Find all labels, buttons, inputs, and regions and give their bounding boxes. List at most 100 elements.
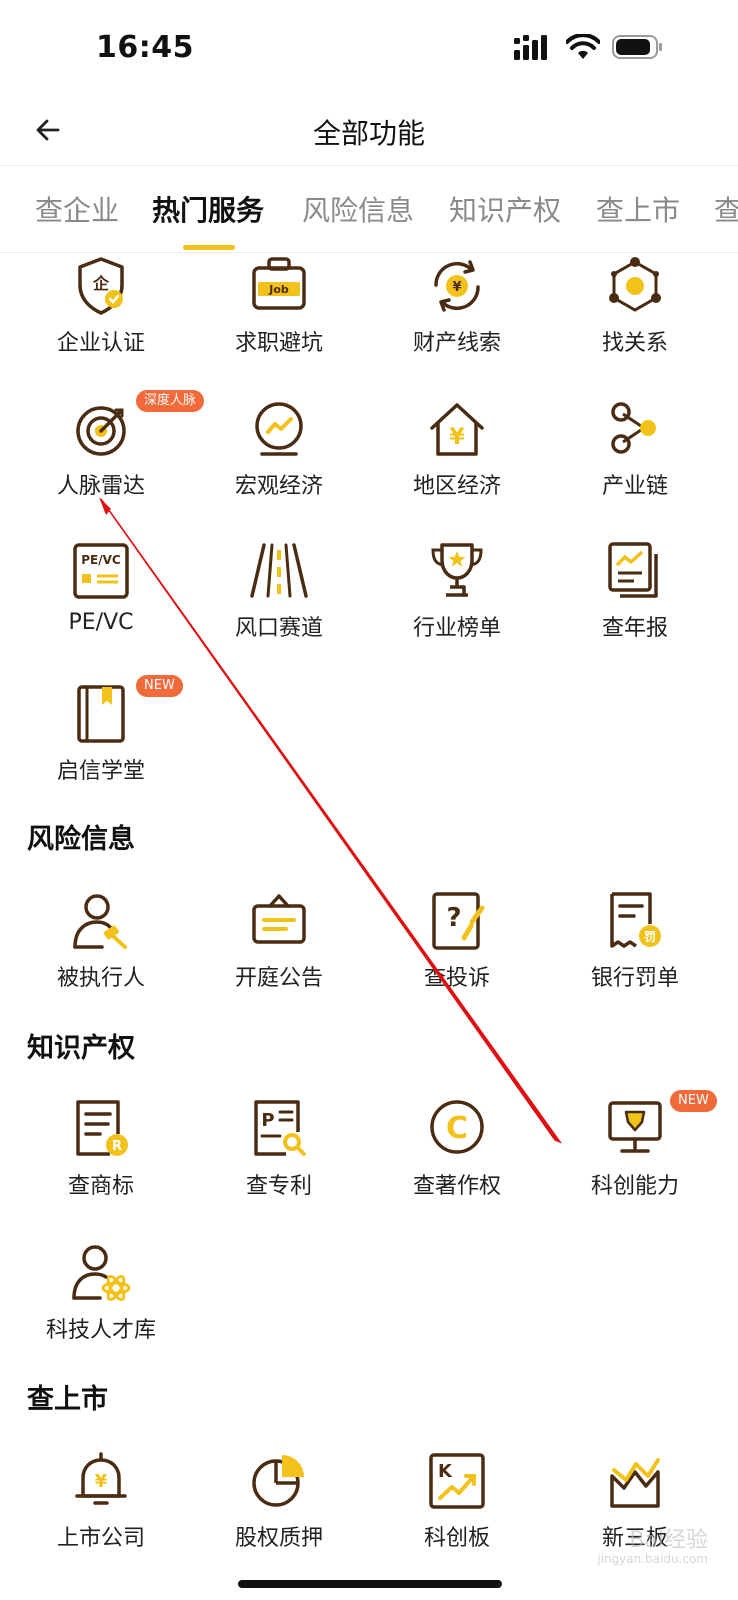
svg-text:¥: ¥: [449, 425, 465, 450]
service-regional-economy[interactable]: ¥ 地区经济: [368, 398, 546, 518]
ip-label: 科技人才库: [45, 1318, 156, 1343]
listed-label: 科创板: [423, 1526, 490, 1551]
tab-risk[interactable]: 风险信息: [302, 189, 414, 229]
ip-label: 查商标: [67, 1174, 134, 1199]
copyright-icon: C: [430, 1100, 484, 1154]
service-find-relation[interactable]: 找关系: [546, 255, 724, 375]
bank-fine-icon: 罚: [610, 892, 661, 948]
tab-ip[interactable]: 知识产权: [449, 189, 561, 229]
tech-talent-icon: [72, 1245, 131, 1302]
regional-economy-icon: ¥: [430, 403, 484, 456]
shield-enterprise-icon: 企: [78, 257, 124, 315]
watermark-sub: jingyan.baidu.com: [597, 1551, 708, 1566]
trophy-icon: [431, 543, 483, 597]
home-indicator: [238, 1580, 502, 1588]
wifi-icon: [566, 34, 600, 59]
listed-company[interactable]: ¥ 上市公司: [12, 1450, 190, 1570]
risk-bank-fine[interactable]: 罚 银行罚单: [546, 890, 724, 1010]
svg-text:K: K: [438, 1461, 453, 1482]
service-industry-ranking[interactable]: 行业榜单: [368, 540, 546, 660]
service-label: 产业链: [601, 474, 668, 499]
ip-innovation-ability[interactable]: NEW 科创能力: [546, 1090, 724, 1218]
service-label: 找关系: [601, 331, 668, 356]
tab-company[interactable]: 查企业: [35, 189, 119, 229]
service-label: 人脉雷达: [56, 474, 145, 499]
innovation-monitor-icon: [608, 1101, 662, 1153]
risk-court-notice[interactable]: 开庭公告: [190, 890, 368, 1010]
pie-chart-icon: [252, 1455, 304, 1507]
signal-icon: [514, 35, 547, 60]
macro-economy-icon: [255, 402, 303, 456]
book-icon: [77, 685, 125, 743]
relation-network-icon: [609, 257, 661, 312]
status-icons: [514, 34, 664, 60]
service-label: 行业榜单: [412, 616, 501, 641]
trademark-icon: R: [76, 1100, 128, 1156]
service-contact-radar[interactable]: 深度人脉 人脉雷达: [12, 390, 205, 518]
ip-label: 查著作权: [412, 1174, 501, 1199]
page-title: 全部功能: [312, 117, 425, 150]
watermark-text: Bai经验: [629, 1527, 708, 1553]
service-label: 求职避坑: [234, 331, 323, 356]
risk-executed-person[interactable]: 被执行人: [12, 890, 190, 1010]
service-property-clue[interactable]: ¥ 财产线索: [368, 255, 546, 375]
nav-bar: 全部功能: [0, 96, 738, 166]
svg-text:Job: Job: [268, 283, 289, 296]
svg-text:P: P: [261, 1110, 274, 1131]
tab-more[interactable]: 查: [714, 189, 738, 229]
ip-label: 科创能力: [590, 1174, 679, 1199]
listed-equity-pledge[interactable]: 股权质押: [190, 1450, 368, 1570]
listed-star-board[interactable]: K 科创板: [368, 1450, 546, 1570]
service-macro-economy[interactable]: 宏观经济: [190, 398, 368, 518]
tab-bar: 查企业 热门服务 风险信息 知识产权 查上市 查: [0, 167, 738, 253]
ip-trademark[interactable]: R 查商标: [12, 1098, 190, 1218]
court-notice-icon: [252, 894, 306, 944]
new-third-board-icon: [610, 1458, 660, 1508]
race-track-icon: [250, 543, 308, 598]
tab-hot-services[interactable]: 热门服务: [152, 189, 264, 229]
section-title-risk: 风险信息: [27, 824, 135, 855]
risk-complaint[interactable]: ? 查投诉: [368, 890, 546, 1010]
service-label: 宏观经济: [234, 474, 323, 499]
tab-listed[interactable]: 查上市: [596, 189, 680, 229]
watermark: Bai经验 jingyan.baidu.com: [597, 1527, 708, 1566]
service-enterprise-cert[interactable]: 企 企业认证: [12, 255, 190, 375]
service-qixin-academy[interactable]: NEW 启信学堂: [12, 675, 190, 803]
battery-icon: [612, 35, 662, 59]
executed-person-icon: [73, 894, 127, 949]
svg-text:¥: ¥: [95, 1471, 108, 1492]
ip-patent[interactable]: P 查专利: [190, 1098, 368, 1218]
ip-copyright[interactable]: C 查著作权: [368, 1098, 546, 1218]
section-title-ip: 知识产权: [27, 1033, 135, 1064]
status-time: 16:45: [96, 30, 194, 65]
pe-vc-icon: PE/VC: [73, 543, 129, 599]
svg-text:企: 企: [92, 274, 110, 293]
listed-label: 股权质押: [234, 1526, 323, 1551]
service-label: 启信学堂: [56, 759, 145, 784]
svg-text:PE/VC: PE/VC: [81, 553, 121, 567]
service-job-avoid[interactable]: Job 求职避坑: [190, 255, 368, 375]
risk-label: 被执行人: [56, 966, 145, 991]
service-annual-report[interactable]: 查年报: [546, 540, 724, 660]
service-label: 财产线索: [412, 331, 501, 356]
industry-chain-icon: [611, 402, 656, 454]
svg-text:R: R: [112, 1139, 122, 1154]
new-badge: NEW: [670, 1090, 717, 1112]
complaint-icon: ?: [432, 892, 485, 950]
service-label: 地区经济: [412, 474, 501, 499]
svg-text:罚: 罚: [644, 930, 656, 944]
new-badge: NEW: [136, 675, 183, 697]
patent-icon: P: [254, 1100, 306, 1156]
risk-label: 查投诉: [423, 966, 490, 991]
annual-report-icon: [608, 542, 658, 598]
star-board-icon: K: [429, 1453, 485, 1509]
status-bar: 16:45: [0, 0, 738, 96]
service-pe-vc[interactable]: PE/VC PE/VC: [12, 540, 190, 660]
svg-text:¥: ¥: [452, 280, 461, 295]
risk-label: 开庭公告: [234, 966, 323, 991]
radar-target-icon: [76, 406, 126, 456]
ip-tech-talent[interactable]: 科技人才库: [12, 1242, 190, 1362]
service-industry-chain[interactable]: 产业链: [546, 398, 724, 518]
service-hot-track[interactable]: 风口赛道: [190, 540, 368, 660]
section-title-listed: 查上市: [27, 1384, 108, 1415]
